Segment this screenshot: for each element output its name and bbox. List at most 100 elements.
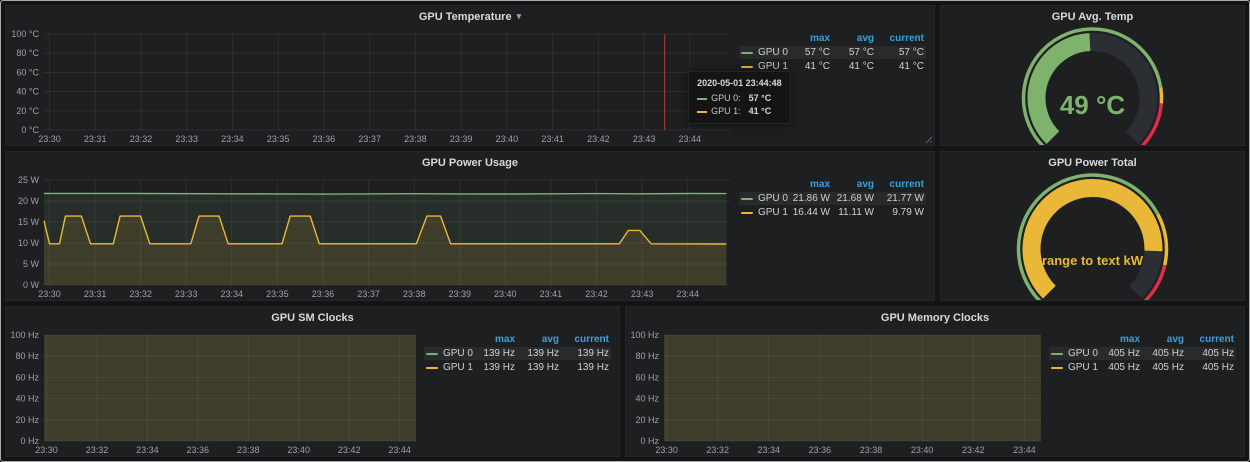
sm-clocks-chart[interactable]: 0 Hz20 Hz40 Hz60 Hz80 Hz100 Hz23:3023:32… <box>6 328 424 456</box>
memory-clocks-chart[interactable]: 0 Hz20 Hz40 Hz60 Hz80 Hz100 Hz23:3023:32… <box>626 328 1049 456</box>
x-axis-tick-label: 23:32 <box>706 445 729 455</box>
legend-value: 139 Hz <box>475 361 517 374</box>
y-axis-tick-label: 40 Hz <box>15 394 39 404</box>
legend-header-max[interactable]: max <box>790 178 832 191</box>
legend-value: 21.68 W <box>832 192 876 205</box>
legend-series-name[interactable]: GPU 0 <box>1049 347 1100 360</box>
legend-header-current[interactable]: current <box>1186 333 1236 346</box>
legend-value: 16.44 W <box>790 206 832 219</box>
legend-value: 139 Hz <box>517 361 561 374</box>
legend-value: 139 Hz <box>561 361 611 374</box>
legend-series-color-icon <box>741 198 753 200</box>
legend-series-name[interactable]: GPU 1 <box>739 206 790 219</box>
legend-value: 139 Hz <box>561 347 611 360</box>
x-axis-tick-label: 23:40 <box>911 445 934 455</box>
legend-header-max[interactable]: max <box>790 32 832 45</box>
x-axis-tick-label: 23:35 <box>266 289 289 299</box>
panel-menu-gpu-sm-clocks[interactable]: GPU SM Clocks <box>6 307 619 328</box>
y-axis-tick-label: 60 °C <box>16 67 39 77</box>
legend-series-name[interactable]: GPU 0 <box>739 46 790 59</box>
legend-series-label: GPU 1 <box>758 60 788 73</box>
legend-value: 405 Hz <box>1186 347 1236 360</box>
panel-menu-gpu-avg-temp[interactable]: GPU Avg. Temp <box>941 6 1244 27</box>
x-axis-tick-label: 23:40 <box>496 134 519 144</box>
power-usage-chart[interactable]: 0 W5 W10 W15 W20 W25 W23:3023:3123:3223:… <box>6 173 739 300</box>
gpu_sm_clocks-svg: 0 Hz20 Hz40 Hz60 Hz80 Hz100 Hz23:3023:32… <box>6 328 424 456</box>
gpu_temperature-svg: 0 °C20 °C40 °C60 °C80 °C100 °C23:3023:31… <box>6 27 739 145</box>
x-axis-tick-label: 23:44 <box>676 289 699 299</box>
x-axis-tick-label: 23:42 <box>585 289 608 299</box>
panel-title: GPU Power Usage <box>422 157 518 169</box>
x-axis-tick-label: 23:38 <box>404 134 427 144</box>
legend-header-avg[interactable]: avg <box>832 32 876 45</box>
legend-series-label: GPU 0 <box>758 192 788 205</box>
legend-grid: maxavgcurrentGPU 0139 Hz139 Hz139 HzGPU … <box>424 333 611 374</box>
legend-value: 21.77 W <box>876 192 926 205</box>
legend-header-current[interactable]: current <box>561 333 611 346</box>
panel-menu-gpu-power-usage[interactable]: GPU Power Usage <box>6 152 934 173</box>
panel-body: 0 Hz20 Hz40 Hz60 Hz80 Hz100 Hz23:3023:32… <box>626 328 1244 456</box>
y-axis-tick-label: 20 Hz <box>635 415 659 425</box>
legend-header-current[interactable]: current <box>876 178 926 191</box>
x-axis-tick-label: 23:32 <box>130 134 153 144</box>
x-axis-tick-label: 23:32 <box>129 289 152 299</box>
legend-value: 405 Hz <box>1142 361 1186 374</box>
legend-table: maxavgcurrent GPU 0 405 Hz405 Hz405 Hz GPU … <box>1049 328 1244 456</box>
legend-grid: maxavgcurrentGPU 057 °C57 °C57 °CGPU 141… <box>739 32 926 73</box>
legend-header-max[interactable]: max <box>1100 333 1142 346</box>
x-axis-tick-label: 23:39 <box>450 134 473 144</box>
legend-series-name[interactable]: GPU 0 <box>424 347 475 360</box>
legend-header-avg[interactable]: avg <box>1142 333 1186 346</box>
legend-series-color-icon <box>1051 367 1063 369</box>
legend-header-avg[interactable]: avg <box>832 178 876 191</box>
x-axis-tick-label: 23:30 <box>35 445 58 455</box>
x-axis-tick-label: 23:36 <box>809 445 832 455</box>
legend-header-spacer <box>739 32 790 45</box>
panel-title: GPU Power Total <box>1048 157 1136 169</box>
panel-gpu-memory-clocks: GPU Memory Clocks 0 Hz20 Hz40 Hz60 Hz80 … <box>625 306 1245 457</box>
dashboard-row-3: GPU SM Clocks 0 Hz20 Hz40 Hz60 Hz80 Hz10… <box>5 306 1245 457</box>
gauge-value-text: range to text kW <box>1042 253 1144 268</box>
x-axis-tick-label: 23:33 <box>175 134 198 144</box>
legend-value: 57 °C <box>876 46 926 59</box>
legend-series-name[interactable]: GPU 1 <box>739 60 790 73</box>
legend-header-spacer <box>424 333 475 346</box>
y-axis-tick-label: 100 Hz <box>10 330 39 340</box>
panel-menu-gpu-temperature[interactable]: GPU Temperature ▾ <box>6 6 934 27</box>
legend-series-name[interactable]: GPU 1 <box>1049 361 1100 374</box>
power-total-gauge: range to text kW <box>941 173 1244 300</box>
y-axis-tick-label: 5 W <box>23 259 40 269</box>
legend-value: 139 Hz <box>475 347 517 360</box>
legend-header-max[interactable]: max <box>475 333 517 346</box>
legend-series-name[interactable]: GPU 1 <box>424 361 475 374</box>
legend-header-spacer <box>1049 333 1100 346</box>
x-axis-tick-label: 23:43 <box>633 134 656 144</box>
legend-header-current[interactable]: current <box>876 32 926 45</box>
y-axis-tick-label: 20 W <box>18 196 40 206</box>
gpu_power_usage-svg: 0 W5 W10 W15 W20 W25 W23:3023:3123:3223:… <box>6 173 739 300</box>
legend-value: 405 Hz <box>1186 361 1236 374</box>
panel-menu-gpu-memory-clocks[interactable]: GPU Memory Clocks <box>626 307 1244 328</box>
y-axis-tick-label: 20 Hz <box>15 415 39 425</box>
legend-series-name[interactable]: GPU 0 <box>739 192 790 205</box>
legend-grid: maxavgcurrent GPU 0 405 Hz405 Hz405 Hz GPU … <box>1049 333 1236 374</box>
legend-header-avg[interactable]: avg <box>517 333 561 346</box>
gpu_memory_clocks-svg: 0 Hz20 Hz40 Hz60 Hz80 Hz100 Hz23:3023:32… <box>626 328 1049 456</box>
legend-series-label: GPU 0 <box>758 46 788 59</box>
panel-menu-gpu-power-total[interactable]: GPU Power Total <box>941 152 1244 173</box>
x-axis-tick-label: 23:44 <box>1013 445 1036 455</box>
x-axis-tick-label: 23:30 <box>38 289 61 299</box>
legend-series-color-icon <box>1051 353 1063 355</box>
legend-series-color-icon <box>741 52 753 54</box>
x-axis-tick-label: 23:35 <box>267 134 290 144</box>
temperature-chart[interactable]: 0 °C20 °C40 °C60 °C80 °C100 °C23:3023:31… <box>6 27 739 145</box>
y-axis-tick-label: 80 °C <box>16 48 39 58</box>
x-axis-tick-label: 23:40 <box>494 289 517 299</box>
x-axis-tick-label: 23:42 <box>338 445 361 455</box>
legend-series-label: GPU 1 <box>1068 361 1098 374</box>
panel-body: 49 °C <box>941 27 1244 145</box>
x-axis-tick-label: 23:36 <box>187 445 210 455</box>
x-axis-tick-label: 23:37 <box>357 289 380 299</box>
legend-value: 405 Hz <box>1142 347 1186 360</box>
gauge-value-text: 49 °C <box>1060 90 1126 120</box>
